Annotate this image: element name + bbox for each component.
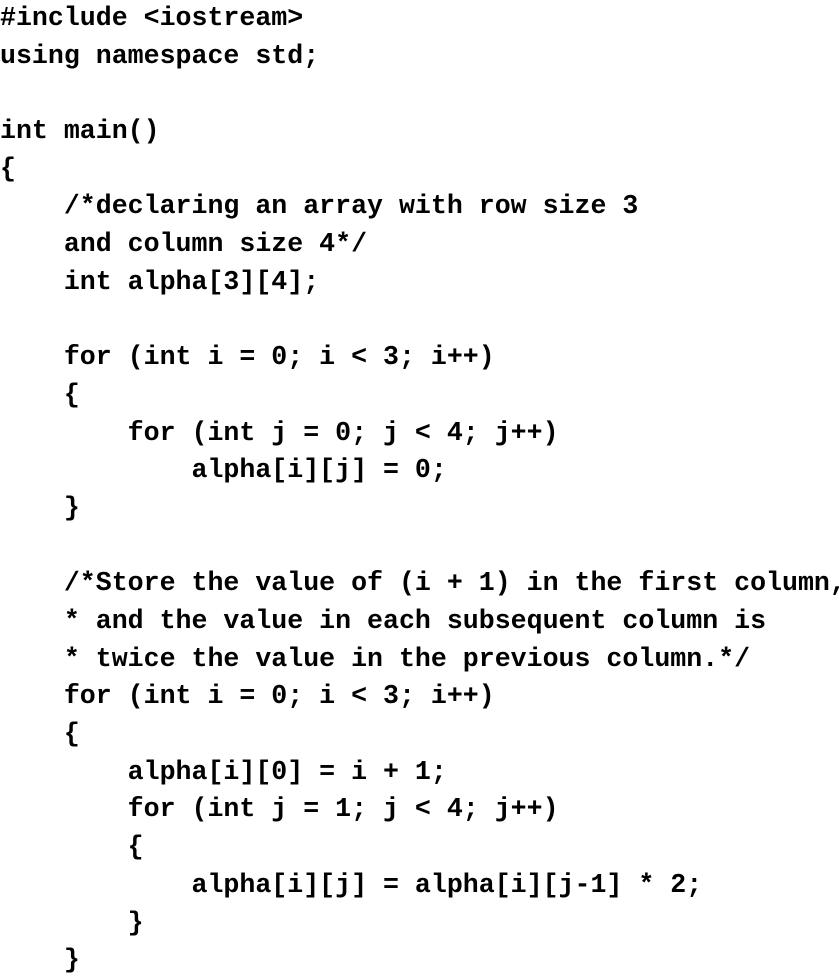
code-line: alpha[i][0] = i + 1; bbox=[0, 756, 447, 787]
code-line: } bbox=[0, 492, 80, 523]
code-line: { bbox=[0, 379, 80, 410]
code-line: for (int i = 0; i < 3; i++) bbox=[0, 681, 495, 712]
code-line: and column size 4*/ bbox=[0, 229, 368, 260]
code-line: alpha[i][j] = alpha[i][j-1] * 2; bbox=[0, 869, 703, 900]
code-line: for (int i = 0; i < 3; i++) bbox=[0, 342, 495, 373]
code-listing: #include <iostream> using namespace std; i… bbox=[0, 0, 839, 975]
code-line: { bbox=[0, 719, 80, 750]
code-line: for (int j = 0; j < 4; j++) bbox=[0, 417, 559, 448]
code-line: /*Store the value of (i + 1) in the firs… bbox=[0, 568, 839, 599]
code-line: int main() bbox=[0, 116, 160, 147]
code-line: #include <iostream> bbox=[0, 3, 304, 33]
code-line: * twice the value in the previous column… bbox=[0, 643, 751, 674]
code-line: /*declaring an array with row size 3 bbox=[0, 191, 639, 222]
code-line: alpha[i][j] = 0; bbox=[0, 455, 447, 486]
code-line: { bbox=[0, 832, 144, 863]
code-line: * and the value in each subsequent colum… bbox=[0, 606, 767, 636]
code-line: using namespace std; bbox=[0, 40, 320, 71]
code-line: for (int j = 1; j < 4; j++) bbox=[0, 794, 559, 825]
code-line: } bbox=[0, 907, 144, 938]
code-line: int alpha[3][4]; bbox=[0, 266, 320, 297]
code-line: } bbox=[0, 945, 80, 976]
code-line: { bbox=[0, 153, 16, 184]
